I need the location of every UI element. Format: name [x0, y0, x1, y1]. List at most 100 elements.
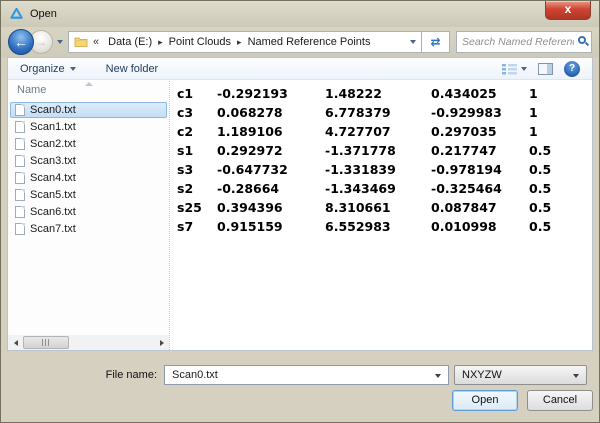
file-type-select[interactable]: NXYZW	[454, 365, 587, 385]
recent-pages-chevron-icon[interactable]	[57, 40, 63, 44]
toolbar-right-group: ?	[502, 60, 580, 77]
file-type-value: NXYZW	[462, 369, 502, 381]
preview-cell: -0.325464	[431, 181, 502, 196]
cancel-button[interactable]: Cancel	[527, 390, 593, 411]
file-name: Scan1.txt	[30, 121, 76, 133]
file-rows: Scan0.txt Scan1.txt Scan2.txt Scan3.txt	[8, 99, 169, 237]
scroll-right-button[interactable]	[154, 335, 169, 350]
preview-cell: 0.5	[529, 162, 552, 177]
open-dialog: Open x ← → « Data (E:) ▸ Point Clouds ▸ …	[0, 0, 600, 423]
text-file-icon	[15, 223, 25, 235]
text-file-icon	[15, 206, 25, 218]
dialog-buttons: Open Cancel	[452, 390, 593, 411]
scrollbar-grip-icon	[42, 339, 50, 346]
file-browser: Name Scan0.txt Scan1.txt Scan2.txt Scan3…	[8, 81, 592, 350]
chevron-down-icon[interactable]	[435, 374, 441, 378]
refresh-button[interactable]: ⇄	[422, 31, 450, 53]
preview-row: s7 0.915159 6.552983 0.010998 0.5	[177, 217, 592, 236]
breadcrumb-overflow[interactable]: «	[93, 36, 99, 48]
preview-cell: 1	[529, 105, 538, 120]
preview-cell: s3	[177, 162, 194, 177]
file-preview-pane: c1 -0.292193 1.48222 0.434025 1 c3 0.068…	[170, 81, 592, 350]
breadcrumb-item-drive[interactable]: Data (E:)	[104, 36, 156, 48]
file-name-value: Scan0.txt	[172, 369, 218, 381]
list-item[interactable]: Scan6.txt	[10, 204, 167, 220]
list-item[interactable]: Scan5.txt	[10, 187, 167, 203]
preview-cell: -1.331839	[325, 162, 396, 177]
file-name: Scan4.txt	[30, 172, 76, 184]
breadcrumb-item-point-clouds[interactable]: Point Clouds	[165, 36, 235, 48]
preview-cell: s2	[177, 181, 194, 196]
text-file-icon	[15, 121, 25, 133]
preview-cell: 0.394396	[217, 200, 283, 215]
app-logo-icon	[10, 7, 23, 19]
change-view-button[interactable]	[502, 63, 527, 75]
preview-cell: s25	[177, 200, 202, 215]
text-file-icon	[15, 138, 25, 150]
preview-cell: 8.310661	[325, 200, 391, 215]
preview-row: c1 -0.292193 1.48222 0.434025 1	[177, 84, 592, 103]
preview-cell: 0.292972	[217, 143, 283, 158]
address-dropdown-chevron-icon[interactable]	[410, 40, 416, 44]
open-button[interactable]: Open	[452, 390, 518, 411]
content-area: Organize New folder ? Name Scan0.txt Sca…	[7, 57, 593, 351]
list-item[interactable]: Scan1.txt	[10, 119, 167, 135]
search-icon[interactable]	[578, 36, 586, 44]
file-name-label: File name:	[105, 369, 157, 381]
list-view-icon	[502, 63, 517, 74]
dialog-footer: File name: Scan0.txt NXYZW Open Cancel	[1, 351, 599, 422]
file-name: Scan3.txt	[30, 155, 76, 167]
horizontal-scrollbar[interactable]	[8, 335, 169, 350]
list-item[interactable]: Scan3.txt	[10, 153, 167, 169]
new-folder-button[interactable]: New folder	[106, 63, 159, 75]
scrollbar-thumb[interactable]	[23, 336, 69, 349]
text-file-icon	[15, 104, 25, 116]
list-item[interactable]: Scan4.txt	[10, 170, 167, 186]
chevron-down-icon[interactable]	[573, 374, 579, 378]
list-item[interactable]: Scan2.txt	[10, 136, 167, 152]
preview-cell: -0.28664	[217, 181, 280, 196]
preview-cell: 6.778379	[325, 105, 391, 120]
folder-icon	[74, 37, 88, 47]
window-title: Open	[30, 8, 57, 20]
scroll-left-button[interactable]	[8, 335, 23, 350]
close-button[interactable]: x	[545, 1, 591, 20]
breadcrumb[interactable]: « Data (E:) ▸ Point Clouds ▸ Named Refer…	[68, 31, 422, 53]
preview-cell: 0.010998	[431, 219, 497, 234]
help-button[interactable]: ?	[564, 60, 580, 77]
preview-row: c2 1.189106 4.727707 0.297035 1	[177, 122, 592, 141]
preview-cell: s7	[177, 219, 194, 234]
preview-cell: -0.292193	[217, 86, 288, 101]
organize-menu-button[interactable]: Organize	[20, 63, 76, 75]
preview-cell: 0.915159	[217, 219, 283, 234]
search-input[interactable]	[457, 33, 574, 51]
preview-cell: 0.5	[529, 219, 552, 234]
list-item[interactable]: Scan7.txt	[10, 221, 167, 237]
preview-cell: -0.647732	[217, 162, 288, 177]
search-box	[456, 31, 592, 53]
file-name-input[interactable]: Scan0.txt	[164, 365, 449, 385]
preview-cell: c2	[177, 124, 194, 139]
back-button[interactable]: ←	[8, 29, 34, 55]
preview-cell: 1	[529, 124, 538, 139]
preview-cell: -1.343469	[325, 181, 396, 196]
breadcrumb-separator-icon[interactable]: ▸	[156, 37, 165, 48]
preview-row: s1 0.292972 -1.371778 0.217747 0.5	[177, 141, 592, 160]
breadcrumb-separator-icon[interactable]: ▸	[235, 37, 244, 48]
preview-row: c3 0.068278 6.778379 -0.929983 1	[177, 103, 592, 122]
preview-row: s25 0.394396 8.310661 0.087847 0.5	[177, 198, 592, 217]
list-item[interactable]: Scan0.txt	[10, 102, 167, 118]
navigation-bar: ← → « Data (E:) ▸ Point Clouds ▸ Named R…	[1, 27, 599, 57]
text-file-icon	[15, 172, 25, 184]
preview-cell: s1	[177, 143, 194, 158]
command-toolbar: Organize New folder ?	[8, 58, 592, 80]
preview-cell: 0.5	[529, 200, 552, 215]
file-name-row: File name: Scan0.txt NXYZW	[1, 365, 587, 385]
preview-cell: 0.5	[529, 143, 552, 158]
sort-ascending-icon	[84, 82, 93, 86]
preview-cell: 1.48222	[325, 86, 382, 101]
preview-cell: 6.552983	[325, 219, 391, 234]
preview-pane-button[interactable]	[538, 62, 553, 75]
breadcrumb-item-named-reference-points[interactable]: Named Reference Points	[244, 36, 375, 48]
name-column-header[interactable]: Name	[8, 81, 169, 99]
